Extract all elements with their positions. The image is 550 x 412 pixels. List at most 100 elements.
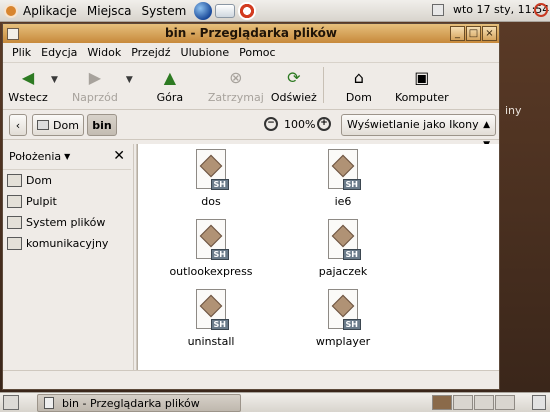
crumb-bin-label: bin [92, 118, 112, 132]
taskbar-window-button[interactable]: bin - Przeglądarka plików [37, 394, 241, 412]
place-komunikacyjny[interactable]: komunikacyjny [3, 233, 131, 254]
up-arrow-icon: ▲ [163, 67, 176, 87]
toolbar-separator [322, 67, 324, 103]
place-desktop-label: Pulpit [26, 195, 57, 208]
location-bar: ‹ Dom bin − 100% + Wyświetlanie jako Iko… [3, 110, 499, 150]
home-folder-icon [7, 174, 22, 187]
place-home-label: Dom [26, 174, 52, 187]
folder-home-icon [37, 120, 50, 130]
computer-button[interactable]: ▣ Komputer [392, 67, 452, 109]
forward-history-dropdown[interactable]: ▼ [126, 75, 133, 85]
workspace-2[interactable] [453, 395, 473, 410]
menu-bookmarks[interactable]: Ulubione [176, 46, 235, 59]
workspace-1[interactable] [432, 395, 452, 410]
up-label: Góra [156, 91, 184, 104]
side-pane-title: Położenia [9, 150, 62, 163]
stop-button[interactable]: ⊗ Zatrzymaj [205, 67, 267, 109]
home-button[interactable]: ⌂ Dom [338, 67, 380, 109]
zoom-level[interactable]: 100% [284, 118, 315, 131]
places-menu[interactable]: Miejsca [82, 0, 137, 22]
place-filesystem[interactable]: System plików [3, 212, 131, 233]
zoom-in-icon[interactable]: + [317, 117, 331, 131]
home-icon: ⌂ [353, 67, 364, 87]
file-item[interactable]: SH outlookexpress [161, 219, 261, 278]
back-history-dropdown[interactable]: ▼ [51, 75, 58, 85]
reload-label: Odśwież [270, 91, 317, 104]
file-name: uninstall [187, 335, 235, 348]
view-mode-select[interactable]: Wyświetlanie jako Ikony ▲▼ [341, 114, 496, 150]
shell-script-icon: SH [328, 219, 361, 260]
back-arrow-icon: ◀ [21, 67, 35, 87]
drive-icon [7, 216, 22, 229]
icon-view[interactable]: SH dos SH ie6 SH outlookexpress SH pajac… [137, 144, 499, 370]
file-name: pajaczek [318, 265, 368, 278]
close-button[interactable]: × [482, 26, 497, 41]
forward-button[interactable]: ▶ Naprzód [64, 67, 126, 109]
web-browser-launcher-icon[interactable] [194, 1, 213, 20]
menu-file[interactable]: Plik [7, 46, 36, 59]
stop-icon: ⊗ [229, 67, 243, 87]
desktop-background-text: iny [505, 104, 522, 117]
shell-script-icon: SH [328, 149, 361, 190]
place-komunikacyjny-label: komunikacyjny [26, 237, 109, 250]
home-label: Dom [345, 91, 372, 104]
computer-icon: ▣ [414, 67, 430, 87]
minimize-button[interactable]: _ [450, 26, 465, 41]
trash-icon[interactable] [532, 395, 546, 410]
place-desktop[interactable]: Pulpit [3, 191, 131, 212]
desktop-icon [7, 195, 22, 208]
file-name: dos [201, 195, 221, 208]
toolbar: ◀ Wstecz ▼ ▶ Naprzód ▼ ▲ Góra ⊗ Zatrzyma… [3, 62, 499, 110]
crumb-bin-button[interactable]: bin [87, 114, 117, 136]
reload-button[interactable]: ⟳ Odśwież [269, 67, 319, 109]
back-button[interactable]: ◀ Wstecz [5, 67, 51, 109]
file-name: outlookexpress [169, 265, 253, 278]
file-item[interactable]: SH ie6 [293, 149, 393, 208]
menu-help[interactable]: Pomoc [234, 46, 280, 59]
view-mode-value: Wyświetlanie jako Ikony [347, 118, 479, 131]
place-filesystem-label: System plików [26, 216, 106, 229]
crumb-home-button[interactable]: Dom [32, 114, 84, 136]
status-bar [3, 370, 499, 389]
file-item[interactable]: SH uninstall [161, 289, 261, 348]
path-scroll-left-button[interactable]: ‹ [9, 114, 27, 136]
file-manager-icon [44, 397, 54, 409]
workspace-4[interactable] [495, 395, 515, 410]
taskbar-window-label: bin - Przeglądarka plików [62, 396, 200, 410]
applications-menu[interactable]: Aplikacje [18, 0, 82, 22]
top-panel: Aplikacje Miejsca System wto 17 sty, 11:… [0, 0, 550, 22]
shell-script-icon: SH [196, 219, 229, 260]
file-name: wmplayer [315, 335, 371, 348]
up-button[interactable]: ▲ Góra [145, 67, 195, 109]
logout-icon[interactable] [534, 3, 548, 17]
show-desktop-icon[interactable] [3, 395, 19, 410]
shell-script-icon: SH [196, 149, 229, 190]
close-side-pane-icon[interactable]: ✕ [113, 148, 125, 164]
file-manager-window: bin - Przeglądarka plików _ □ × Plik Edy… [2, 23, 500, 390]
bottom-panel: bin - Przeglądarka plików [0, 392, 550, 412]
help-launcher-icon[interactable] [238, 1, 257, 20]
chevron-down-icon: ▼ [64, 152, 71, 161]
file-item[interactable]: SH dos [161, 149, 261, 208]
file-name: ie6 [334, 195, 352, 208]
back-label: Wstecz [8, 91, 48, 104]
place-home[interactable]: Dom [3, 170, 131, 191]
title-bar[interactable]: bin - Przeglądarka plików _ □ × [3, 24, 499, 43]
side-pane-header[interactable]: Położenia ▼ ✕ [3, 144, 131, 170]
menu-view[interactable]: Widok [82, 46, 126, 59]
zoom-out-icon[interactable]: − [264, 117, 278, 131]
file-item[interactable]: SH pajaczek [293, 219, 393, 278]
network-tray-icon[interactable] [432, 4, 444, 16]
window-title: bin - Przeglądarka plików [165, 26, 337, 40]
network-drive-icon [7, 237, 22, 250]
workspace-3[interactable] [474, 395, 494, 410]
shell-script-icon: SH [328, 289, 361, 330]
system-menu[interactable]: System [137, 0, 192, 22]
ubuntu-logo-icon[interactable] [4, 3, 18, 18]
file-item[interactable]: SH wmplayer [293, 289, 393, 348]
menu-edit[interactable]: Edycja [36, 46, 82, 59]
menu-go[interactable]: Przejdź [126, 46, 175, 59]
maximize-button[interactable]: □ [466, 26, 481, 41]
mail-launcher-icon[interactable] [215, 3, 236, 18]
menu-bar: Plik Edycja Widok Przejdź Ulubione Pomoc [3, 43, 499, 62]
